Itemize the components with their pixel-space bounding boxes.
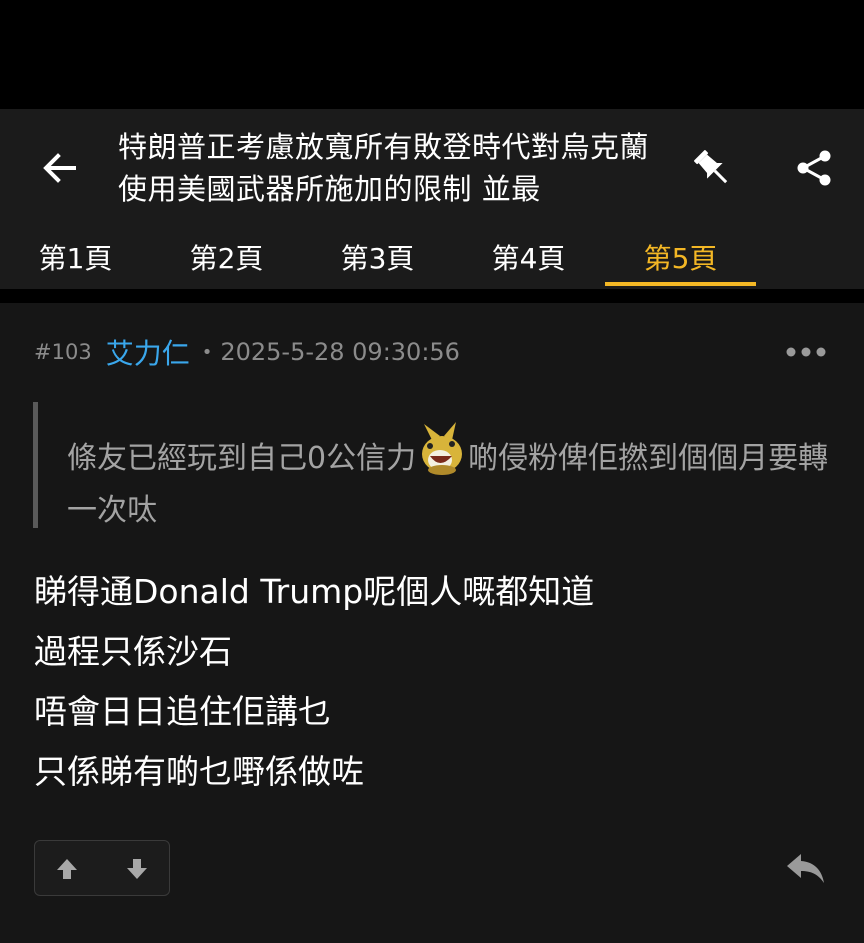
tab-page-4[interactable]: 第4頁: [453, 228, 604, 286]
share-icon: [797, 150, 831, 186]
arrow-up-icon: [57, 859, 77, 879]
pushpin-icon: [694, 150, 728, 184]
reply-button[interactable]: [780, 846, 830, 890]
downvote-button[interactable]: [123, 855, 151, 883]
post-body: 睇得通Donald Trump呢個人嘅都知道 過程只係沙石 唔會日日追住佢講乜 …: [34, 562, 834, 802]
arrow-left-icon: [43, 153, 76, 183]
post-line: 唔會日日追住佢講乜: [34, 692, 331, 731]
post-meta: #103 艾力仁 • 2025-5-28 09:30:56: [34, 334, 460, 370]
divider: [0, 289, 864, 303]
upvote-button[interactable]: [53, 855, 81, 883]
quoted-text: 條友已經玩到自己0公信力 啲侵粉俾佢撚到個個月要轉一次呔: [67, 418, 837, 537]
page-tabs: 第1頁 第2頁 第3頁 第4頁 第5頁: [0, 228, 864, 289]
more-horizontal-icon: [786, 347, 826, 357]
tab-page-2[interactable]: 第2頁: [151, 228, 302, 286]
share-button[interactable]: [788, 142, 840, 194]
username[interactable]: 艾力仁: [106, 332, 190, 372]
floor-number: #103: [34, 340, 92, 364]
quote-bar: [33, 402, 38, 528]
meta-separator: •: [201, 341, 213, 363]
thread-title: 特朗普正考慮放寬所有敗登時代對烏克蘭使用美國武器所施加的限制 並最: [118, 130, 650, 206]
more-options-button[interactable]: [784, 338, 828, 366]
post-line: 只係睇有啲乜嘢係做咗: [34, 752, 364, 791]
reply-icon: [787, 854, 824, 883]
post-line: 過程只係沙石: [34, 632, 232, 671]
laughing-creature-emoji: [422, 422, 463, 475]
pin-button[interactable]: [684, 140, 740, 196]
post-line: 睇得通Donald Trump呢個人嘅都知道: [34, 572, 595, 611]
post-timestamp: 2025-5-28 09:30:56: [220, 338, 460, 366]
tab-page-3[interactable]: 第3頁: [302, 228, 453, 286]
active-tab-indicator: [605, 282, 756, 286]
quote-text-start: 條友已經玩到自己0公信力: [67, 441, 417, 476]
tab-page-5[interactable]: 第5頁: [605, 228, 756, 286]
vote-box: [34, 840, 170, 896]
back-button[interactable]: [34, 142, 86, 194]
arrow-down-icon: [127, 859, 147, 879]
tab-page-1[interactable]: 第1頁: [0, 228, 151, 286]
app-screen: 特朗普正考慮放寬所有敗登時代對烏克蘭使用美國武器所施加的限制 並最 第1頁 第2…: [0, 0, 864, 943]
